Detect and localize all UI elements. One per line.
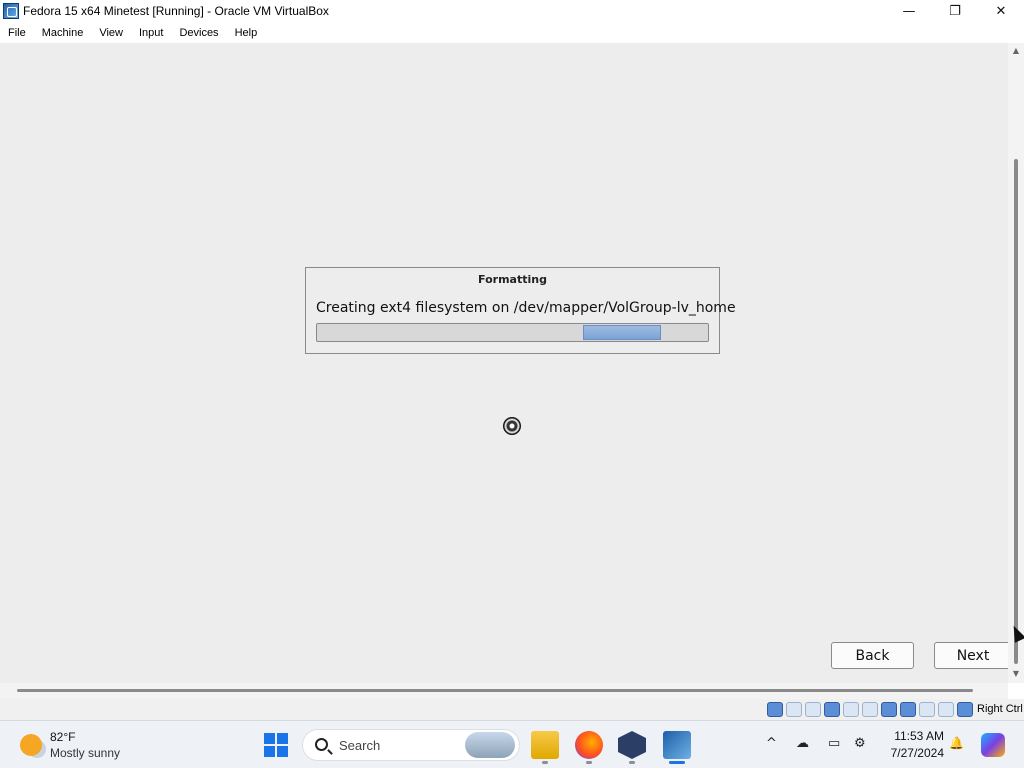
status-icons — [767, 702, 973, 717]
back-button[interactable]: Back — [831, 642, 914, 669]
start-button[interactable] — [264, 733, 288, 757]
menu-file[interactable]: File — [0, 27, 34, 39]
virtualbox-icon[interactable] — [618, 731, 646, 759]
clock-date[interactable]: 7/27/2024 — [884, 746, 944, 760]
menu-bar: File Machine View Input Devices Help — [0, 22, 1024, 43]
display-icon[interactable] — [881, 702, 897, 717]
horizontal-scrollbar[interactable] — [0, 683, 1008, 699]
usb-icon[interactable] — [843, 702, 859, 717]
network-icon[interactable] — [824, 702, 840, 717]
close-button[interactable]: ✕ — [978, 0, 1024, 22]
weather-temp[interactable]: 82°F — [50, 730, 75, 744]
menu-view[interactable]: View — [91, 27, 131, 39]
dialog-message: Creating ext4 filesystem on /dev/mapper/… — [316, 300, 736, 316]
title-bar: Fedora 15 x64 Minetest [Running] - Oracl… — [0, 0, 1024, 22]
file-explorer-icon[interactable] — [531, 731, 559, 759]
menu-machine[interactable]: Machine — [34, 27, 92, 39]
scroll-up-icon[interactable]: ▲ — [1008, 46, 1024, 55]
vt-x-icon[interactable] — [919, 702, 935, 717]
menu-input[interactable]: Input — [131, 27, 171, 39]
fedora-vm-icon[interactable] — [663, 731, 691, 759]
virtualbox-app-icon — [3, 3, 19, 19]
network-tray-icon[interactable]: ⚙ — [854, 736, 866, 751]
clock-time[interactable]: 11:53 AM — [884, 729, 944, 743]
search-icon — [315, 738, 328, 751]
menu-devices[interactable]: Devices — [171, 27, 226, 39]
vertical-scrollbar[interactable]: ▲ ▼ — [1008, 43, 1024, 683]
notification-bell-icon[interactable]: 🔔 — [949, 736, 964, 750]
windows-logo-icon — [264, 733, 275, 744]
hard-disk-icon[interactable] — [767, 702, 783, 717]
weather-icon[interactable] — [20, 734, 42, 756]
maximize-button[interactable]: ❐ — [932, 0, 978, 22]
optical-drive-icon[interactable] — [786, 702, 802, 717]
tray-overflow-chevron-icon[interactable]: ^ — [766, 736, 777, 751]
taskbar-search[interactable]: Search — [302, 729, 520, 761]
progress-indicator — [583, 325, 661, 340]
video-capture-icon[interactable] — [900, 702, 916, 717]
search-placeholder: Search — [339, 738, 381, 753]
progress-bar — [316, 323, 709, 342]
window-title: Fedora 15 x64 Minetest [Running] - Oracl… — [23, 4, 329, 18]
weather-condition[interactable]: Mostly sunny — [50, 746, 120, 760]
scroll-down-icon[interactable]: ▼ — [1008, 669, 1024, 678]
vm-status-bar: Right Ctrl — [0, 699, 1024, 720]
windows-taskbar: 82°F Mostly sunny Search ^ ☁ ▭ ⚙ 11:53 A… — [0, 720, 1024, 768]
busy-spinner-icon — [503, 417, 521, 435]
vertical-scroll-thumb[interactable] — [1014, 159, 1018, 664]
audio-icon[interactable] — [805, 702, 821, 717]
horizontal-scroll-thumb[interactable] — [17, 689, 973, 692]
mouse-integration-icon[interactable] — [938, 702, 954, 717]
formatting-dialog: Formatting Creating ext4 filesystem on /… — [305, 267, 736, 354]
search-highlight-image — [465, 732, 515, 758]
copilot-icon[interactable] — [981, 733, 1005, 757]
firefox-icon[interactable] — [575, 731, 603, 759]
window-controls: — ❐ ✕ — [886, 0, 1024, 22]
menu-help[interactable]: Help — [227, 27, 266, 39]
onedrive-icon[interactable]: ☁ — [796, 736, 809, 751]
shared-folders-icon[interactable] — [862, 702, 878, 717]
next-button[interactable]: Next — [934, 642, 1012, 669]
dialog-title: Formatting — [478, 273, 547, 286]
host-key-label: Right Ctrl — [977, 703, 1023, 715]
vm-display[interactable]: Formatting Creating ext4 filesystem on /… — [0, 43, 1012, 683]
minimize-button[interactable]: — — [886, 0, 932, 22]
display-tray-icon[interactable]: ▭ — [828, 736, 840, 751]
keyboard-capture-icon[interactable] — [957, 702, 973, 717]
